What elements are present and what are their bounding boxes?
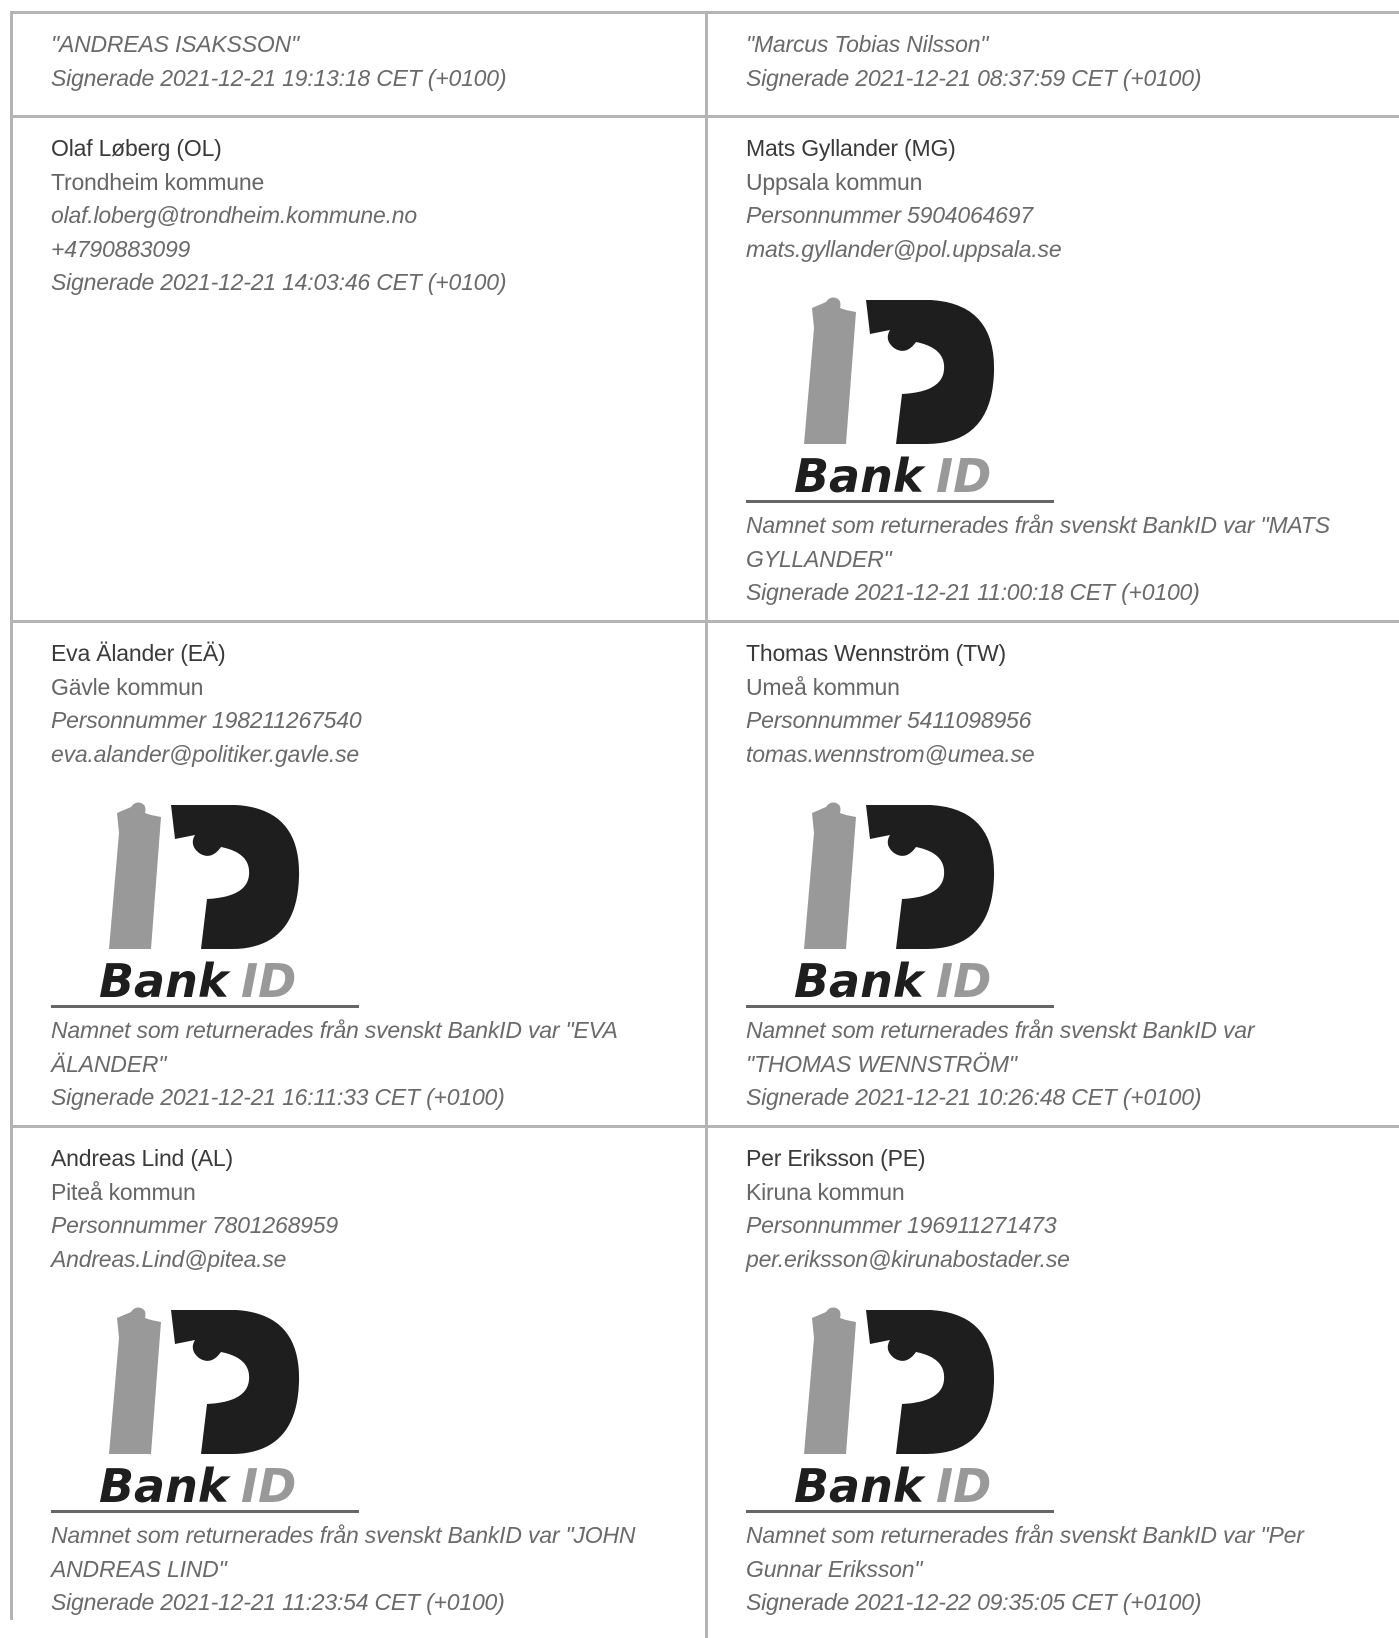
bankid-logo-slot: Bank ID <box>746 1294 1399 1506</box>
logo-divider <box>746 500 1054 503</box>
signer-name: Andreas Lind (AL) <box>51 1145 233 1171</box>
signed-timestamp: Signerade 2021-12-21 11:00:18 CET (+0100… <box>746 579 1200 605</box>
signer-card-thomas: Thomas Wennström (TW) Umeå kommun Person… <box>708 623 1399 1128</box>
signer-phone: +4790883099 <box>51 235 191 262</box>
svg-text:ID: ID <box>936 449 991 496</box>
svg-text:Bank: Bank <box>794 954 926 1001</box>
bankid-logo-slot: Bank ID <box>51 1294 705 1506</box>
logo-divider <box>51 1510 359 1513</box>
signed-timestamp: Signerade 2021-12-21 19:13:18 CET (+0100… <box>51 64 507 91</box>
signer-card-mats: Mats Gyllander (MG) Uppsala kommun Perso… <box>708 118 1399 623</box>
signed-timestamp: Signerade 2021-12-21 08:37:59 CET (+0100… <box>746 64 1202 91</box>
signed-timestamp: Signerade 2021-12-21 14:03:46 CET (+0100… <box>51 269 507 295</box>
signer-organization: Kiruna kommun <box>746 1178 905 1205</box>
svg-text:ID: ID <box>241 954 296 1001</box>
logo-divider <box>746 1510 1054 1513</box>
svg-text:ID: ID <box>936 1459 991 1506</box>
bankid-logo: Bank ID <box>99 802 300 1001</box>
signer-email: eva.alander@politiker.gavle.se <box>51 740 360 767</box>
logo-divider <box>746 1005 1054 1008</box>
signed-timestamp: Signerade 2021-12-21 11:23:54 CET (+0100… <box>51 1589 505 1615</box>
signer-organization: Umeå kommun <box>746 673 900 700</box>
signer-name: Per Eriksson (PE) <box>746 1145 926 1171</box>
signer-personnummer: Personnummer 5904064697 <box>746 202 1033 228</box>
bankid-returned-name: "ANDREAS ISAKSSON" <box>51 31 299 57</box>
bankid-logo: Bank ID <box>99 1307 300 1506</box>
signer-card-andreas: Andreas Lind (AL) Piteå kommun Personnum… <box>13 1128 708 1638</box>
signed-timestamp: Signerade 2021-12-22 09:35:05 CET (+0100… <box>746 1589 1202 1615</box>
signer-organization: Piteå kommun <box>51 1178 196 1205</box>
svg-text:Bank: Bank <box>794 449 926 496</box>
signature-grid: "ANDREAS ISAKSSON" Signerade 2021-12-21 … <box>10 11 1399 1638</box>
signer-organization: Trondheim kommune <box>51 168 265 195</box>
signature-cell-top-left: "ANDREAS ISAKSSON" Signerade 2021-12-21 … <box>13 14 708 118</box>
signer-personnummer: Personnummer 7801268959 <box>51 1212 338 1238</box>
svg-text:ID: ID <box>936 954 991 1001</box>
signed-timestamp: Signerade 2021-12-21 10:26:48 CET (+0100… <box>746 1084 1202 1110</box>
signer-name: Eva Älander (EÄ) <box>51 640 226 666</box>
signature-cell-top-right: "Marcus Tobias Nilsson" Signerade 2021-1… <box>708 14 1399 118</box>
bankid-returned-name: "Marcus Tobias Nilsson" <box>746 31 989 57</box>
svg-text:Bank: Bank <box>794 1459 926 1506</box>
signer-personnummer: Personnummer 196911271473 <box>746 1212 1057 1238</box>
bankid-note: Namnet som returnerades från svenskt Ban… <box>51 1017 617 1077</box>
signer-email: olaf.loberg@trondheim.kommune.no <box>51 202 417 228</box>
signer-email: Andreas.Lind@pitea.se <box>51 1245 287 1272</box>
signer-name: Mats Gyllander (MG) <box>746 135 956 161</box>
signer-email: tomas.wennstrom@umea.se <box>746 740 1035 767</box>
svg-text:ID: ID <box>241 1459 296 1506</box>
bankid-logo: Bank ID <box>794 802 995 1001</box>
bankid-logo-slot: Bank ID <box>746 284 1399 496</box>
bankid-note: Namnet som returnerades från svenskt Ban… <box>746 512 1330 572</box>
svg-text:Bank: Bank <box>99 954 231 1001</box>
bankid-logo: Bank ID <box>794 297 995 496</box>
bankid-logo-slot: Bank ID <box>51 789 705 1001</box>
bankid-note: Namnet som returnerades från svenskt Ban… <box>51 1522 636 1582</box>
bankid-logo: Bank ID <box>794 1307 995 1506</box>
bankid-logo-slot: Bank ID <box>746 789 1399 1001</box>
signer-name: Thomas Wennström (TW) <box>746 640 1006 666</box>
signer-card-olaf: Olaf Løberg (OL) Trondheim kommune olaf.… <box>13 118 708 623</box>
signer-name: Olaf Løberg (OL) <box>51 135 222 161</box>
signer-organization: Gävle kommun <box>51 673 204 700</box>
signer-card-per: Per Eriksson (PE) Kiruna kommun Personnu… <box>708 1128 1399 1638</box>
logo-divider <box>51 1005 359 1008</box>
signer-email: mats.gyllander@pol.uppsala.se <box>746 235 1062 262</box>
signer-personnummer: Personnummer 5411098956 <box>746 707 1032 733</box>
bankid-note: Namnet som returnerades från svenskt Ban… <box>746 1017 1255 1077</box>
bankid-note: Namnet som returnerades från svenskt Ban… <box>746 1522 1304 1582</box>
signer-email: per.eriksson@kirunabostader.se <box>746 1245 1070 1272</box>
signer-card-eva: Eva Älander (EÄ) Gävle kommun Personnumm… <box>13 623 708 1128</box>
signer-organization: Uppsala kommun <box>746 168 923 195</box>
signed-timestamp: Signerade 2021-12-21 16:11:33 CET (+0100… <box>51 1084 505 1110</box>
signer-personnummer: Personnummer 198211267540 <box>51 707 362 733</box>
svg-text:Bank: Bank <box>99 1459 231 1506</box>
